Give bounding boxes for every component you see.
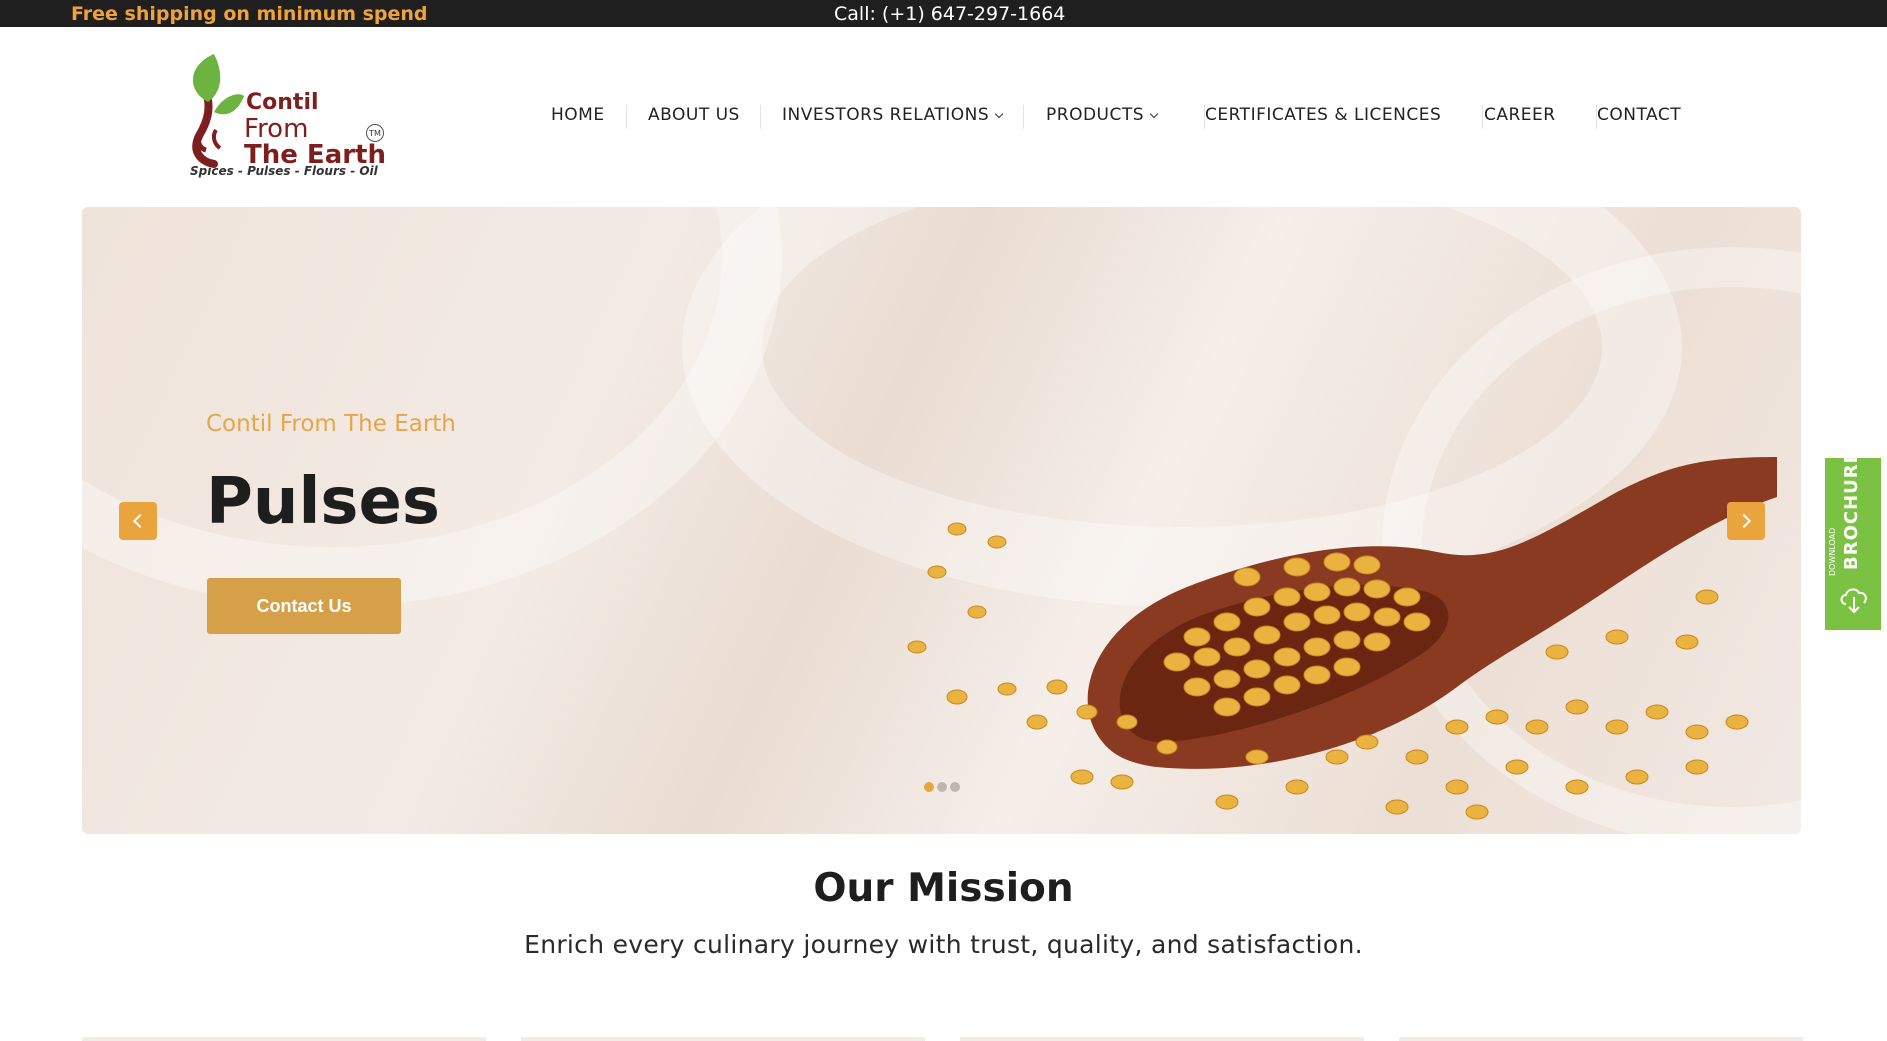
feature-card (521, 1037, 925, 1041)
nav-home[interactable]: HOME (551, 105, 605, 125)
chevron-down-icon (994, 109, 1004, 119)
nav-contact[interactable]: CONTACT (1597, 105, 1681, 125)
nav-about-us[interactable]: ABOUT US (648, 105, 740, 125)
hero-slider: Contil From The Earth Pulses Contact Us (82, 207, 1801, 834)
logo-tagline: Spices - Pulses - Flours - Oil (190, 164, 378, 178)
call-phone-link[interactable]: Call: (+1) 647-297-1664 (834, 3, 1065, 25)
main-nav: HOME ABOUT US INVESTORS RELATIONS PRODUC… (0, 105, 1887, 129)
mission-heading: Our Mission (813, 866, 1074, 911)
chevron-left-icon (132, 513, 148, 529)
hero-title: Pulses (206, 465, 440, 539)
nav-investors-label: INVESTORS RELATIONS (782, 105, 990, 125)
slider-pagination (924, 782, 960, 792)
slider-dot-1[interactable] (924, 782, 934, 792)
feature-card (82, 1037, 486, 1041)
nav-divider (1023, 105, 1024, 129)
feature-cards-row (0, 1037, 1887, 1041)
feature-card (960, 1037, 1364, 1041)
shipping-promo-text: Free shipping on minimum spend (71, 3, 428, 25)
nav-certificates-licences[interactable]: CERTIFICATES & LICENCES (1205, 105, 1441, 125)
slider-prev-button[interactable] (119, 502, 157, 540)
hero-kicker: Contil From The Earth (206, 411, 456, 437)
brochure-label: BROCHURE (1841, 450, 1862, 570)
nav-divider (1482, 105, 1483, 129)
mission-statement: Enrich every culinary journey with trust… (524, 930, 1363, 959)
chevron-down-icon (1149, 109, 1159, 119)
nav-career[interactable]: CAREER (1484, 105, 1556, 125)
chevron-right-icon (1736, 513, 1752, 529)
slider-dot-3[interactable] (950, 782, 960, 792)
nav-divider (626, 105, 627, 129)
slider-next-button[interactable] (1727, 502, 1765, 540)
pulses-spoon-image (907, 457, 1777, 820)
download-brochure-tab[interactable]: DOWNLOAD BROCHURE (1825, 450, 1881, 630)
cloud-download-icon (1840, 588, 1867, 614)
slider-dot-2[interactable] (937, 782, 947, 792)
brochure-download-label: DOWNLOAD (1828, 527, 1837, 576)
feature-card (1399, 1037, 1803, 1041)
background-swirl (82, 207, 782, 607)
contact-us-button[interactable]: Contact Us (207, 578, 401, 634)
nav-products[interactable]: PRODUCTS (1046, 105, 1159, 125)
nav-products-label: PRODUCTS (1046, 105, 1145, 125)
nav-divider (760, 105, 761, 129)
top-bar: Free shipping on minimum spend Call: (+1… (0, 0, 1887, 27)
nav-investors-relations[interactable]: INVESTORS RELATIONS (782, 105, 1004, 125)
